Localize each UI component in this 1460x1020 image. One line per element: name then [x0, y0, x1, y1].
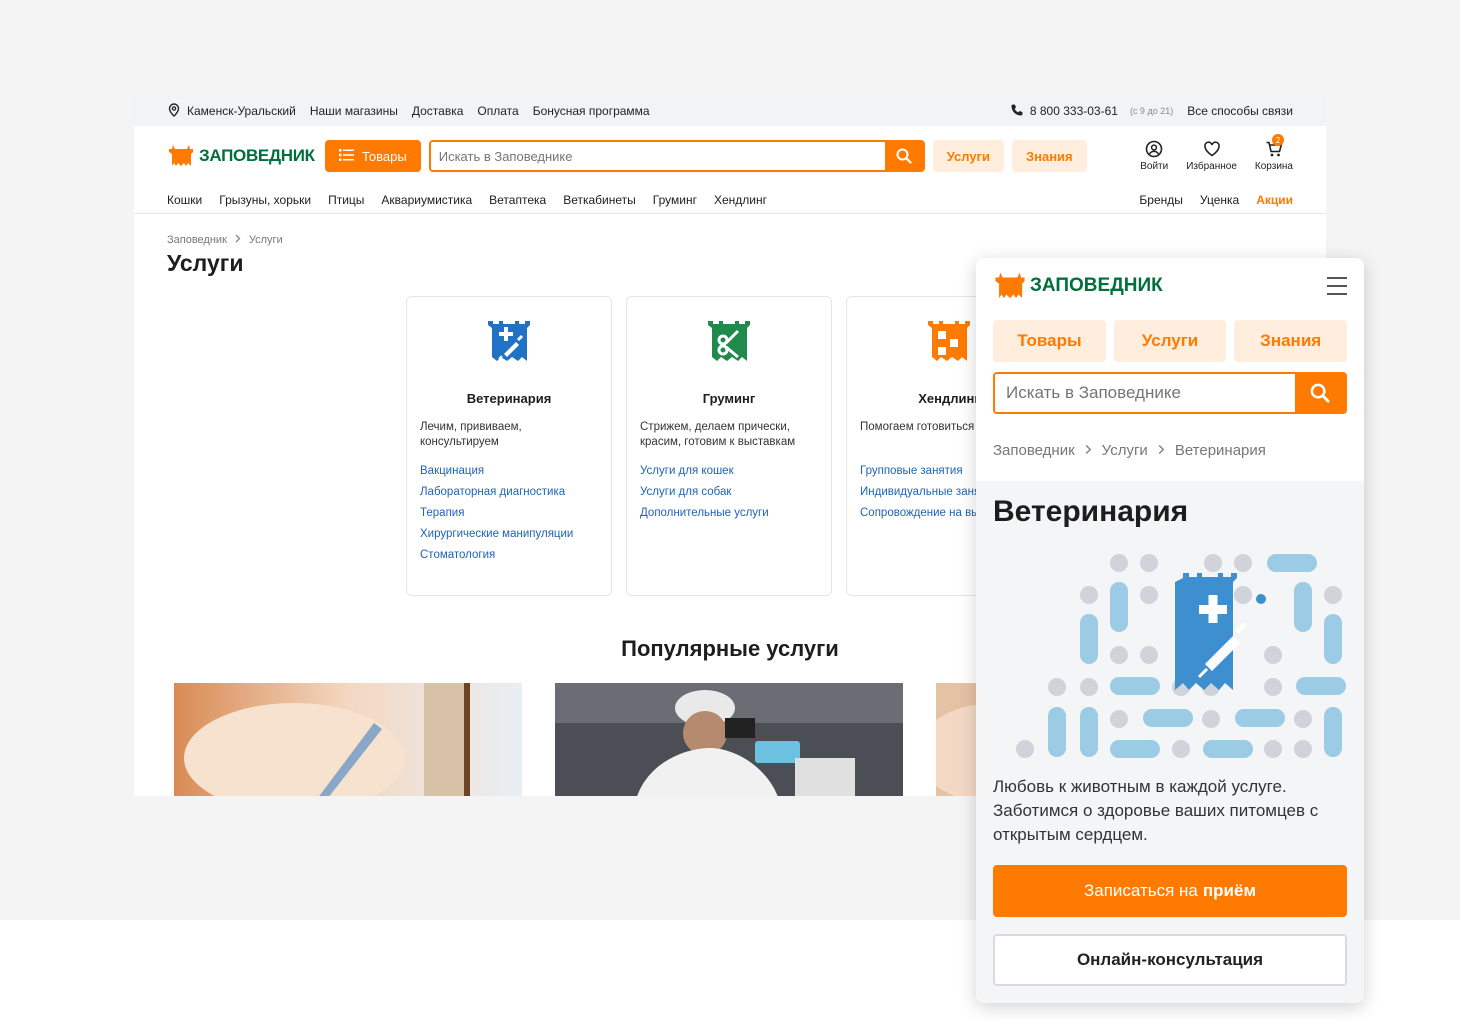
service-photo-laboratory[interactable] — [555, 683, 903, 796]
search-icon — [896, 148, 912, 164]
logo-mark-icon — [995, 272, 1025, 299]
login-label: Войти — [1140, 161, 1169, 172]
favorites-button[interactable]: Избранное — [1186, 140, 1237, 172]
link-payment[interactable]: Оплата — [477, 104, 518, 118]
favorites-label: Избранное — [1186, 161, 1237, 172]
search-input[interactable] — [430, 142, 885, 170]
mobile-description: Любовь к животным в каждой услуге. Забот… — [993, 777, 1319, 844]
book-appointment-button[interactable]: Записаться на приём — [993, 865, 1347, 917]
mobile-pill-services[interactable]: Услуги — [1113, 320, 1227, 362]
logo-text: ЗАПОВЕДНИК — [199, 146, 315, 165]
vet-illustration — [993, 547, 1347, 769]
nav-item-vetpharmacy[interactable]: Ветаптека — [489, 193, 546, 207]
mobile-page: ЗАПОВЕДНИК Товары Услуги Знания Заповедн… — [976, 258, 1364, 1003]
breadcrumb-home[interactable]: Заповедник — [167, 234, 227, 246]
chevron-right-icon — [235, 234, 241, 246]
logo[interactable]: ЗАПОВЕДНИК — [167, 142, 317, 170]
mobile-pill-knowledge[interactable]: Знания — [1234, 320, 1348, 362]
grooming-scissors-icon — [708, 321, 750, 361]
phone[interactable]: 8 800 333-03-61 (с 9 до 21) — [1010, 103, 1173, 120]
service-card-grooming[interactable]: Груминг Стрижем, делаем прически, красим… — [626, 296, 832, 596]
nav-item-discount[interactable]: Уценка — [1200, 193, 1239, 207]
mobile-breadcrumb: Заповедник Услуги Ветеринария — [993, 414, 1347, 481]
catalog-button[interactable]: Товары — [325, 140, 421, 172]
top-bar: Каменск-Уральский Наши магазины Доставка… — [134, 96, 1326, 126]
nav-item-handling[interactable]: Хендлинг — [714, 193, 767, 207]
header: ЗАПОВЕДНИК Товары Услуги Знания Войти Из… — [134, 126, 1326, 186]
phone-icon — [1010, 103, 1024, 120]
nav-item-aquarium[interactable]: Аквариумистика — [381, 193, 472, 207]
search-button[interactable] — [884, 142, 923, 170]
service-photo-vaccination[interactable] — [174, 683, 522, 796]
breadcrumb-services[interactable]: Услуги — [1102, 442, 1148, 459]
mobile-header: ЗАПОВЕДНИК — [976, 258, 1364, 314]
service-card-vet[interactable]: Ветеринария Лечим, прививаем, консультир… — [406, 296, 612, 596]
location-pin-icon — [167, 102, 181, 120]
vet-syringe-icon — [488, 321, 530, 361]
phone-hours: (с 9 до 21) — [1129, 106, 1174, 116]
link-contacts[interactable]: Все способы связи — [1187, 104, 1293, 118]
phone-number: 8 800 333-03-61 — [1029, 104, 1118, 118]
logo-mark-icon — [169, 145, 193, 166]
online-consultation-button[interactable]: Онлайн-консультация — [993, 934, 1347, 986]
nav-item-vetclinics[interactable]: Веткабинеты — [563, 193, 636, 207]
search-icon — [1310, 383, 1330, 403]
nav-item-cats[interactable]: Кошки — [167, 193, 202, 207]
card-link[interactable]: Терапия — [420, 506, 598, 521]
knowledge-pill[interactable]: Знания — [1011, 140, 1087, 172]
mobile-search-bar — [993, 372, 1347, 414]
chevron-right-icon — [1158, 442, 1165, 459]
card-link[interactable]: Вакцинация — [420, 464, 598, 479]
card-title: Ветеринария — [466, 391, 552, 406]
nav-item-rodents[interactable]: Грызуны, хорьки — [219, 193, 311, 207]
chevron-right-icon — [1085, 442, 1092, 459]
card-link[interactable]: Стоматология — [420, 548, 598, 563]
cart-label: Корзина — [1254, 161, 1293, 172]
card-link[interactable]: Услуги для кошек — [640, 464, 818, 479]
card-title: Груминг — [702, 391, 756, 406]
city-name: Каменск-Уральский — [187, 104, 296, 118]
link-delivery[interactable]: Доставка — [412, 104, 464, 118]
book-appointment-label-bold: приём — [1202, 881, 1257, 900]
category-nav: Кошки Грызуны, хорьки Птицы Аквариумисти… — [134, 186, 1326, 214]
card-link[interactable]: Дополнительные услуги — [640, 506, 818, 521]
heart-icon — [1203, 141, 1220, 157]
book-appointment-label: Записаться на — [1083, 881, 1198, 900]
card-link[interactable]: Услуги для собак — [640, 485, 818, 500]
search-bar — [428, 140, 925, 172]
mobile-page-title: Ветеринария — [993, 495, 1189, 528]
mobile-pill-goods[interactable]: Товары — [993, 320, 1106, 362]
nav-item-birds[interactable]: Птицы — [328, 193, 364, 207]
breadcrumb: Заповедник Услуги — [134, 214, 1326, 246]
card-description: Лечим, прививаем, консультируем — [420, 421, 522, 448]
nav-item-promo[interactable]: Акции — [1256, 193, 1293, 207]
services-pill[interactable]: Услуги — [932, 140, 1004, 172]
breadcrumb-current: Услуги — [248, 234, 283, 246]
login-button[interactable]: Войти — [1140, 140, 1168, 172]
nav-item-grooming[interactable]: Груминг — [653, 193, 697, 207]
link-stores[interactable]: Наши магазины — [310, 104, 398, 118]
mobile-search-input[interactable] — [995, 374, 1295, 412]
cart-button[interactable]: 2 Корзина — [1254, 134, 1293, 172]
service-cards: Ветеринария Лечим, прививаем, консультир… — [406, 296, 1052, 596]
list-icon — [339, 148, 354, 164]
user-icon — [1145, 140, 1163, 158]
link-bonus[interactable]: Бонусная программа — [533, 104, 650, 118]
card-description: Стрижем, делаем прически, красим, готови… — [640, 421, 796, 448]
mobile-top-section: Товары Услуги Знания Заповедник Услуги В… — [976, 314, 1364, 481]
menu-icon[interactable] — [1327, 277, 1347, 295]
nav-item-brands[interactable]: Бренды — [1139, 193, 1182, 207]
card-link[interactable]: Лабораторная диагностика — [420, 485, 598, 500]
mobile-logo-text[interactable]: ЗАПОВЕДНИК — [1030, 275, 1163, 297]
handling-icon — [928, 321, 970, 361]
breadcrumb-home[interactable]: Заповедник — [993, 442, 1075, 459]
city-selector[interactable]: Каменск-Уральский — [167, 102, 296, 120]
card-link[interactable]: Хирургические манипуляции — [420, 527, 598, 542]
breadcrumb-current: Ветеринария — [1174, 442, 1266, 459]
cart-count-badge: 2 — [1272, 134, 1284, 146]
catalog-label: Товары — [362, 148, 407, 164]
mobile-search-button[interactable] — [1295, 374, 1345, 412]
